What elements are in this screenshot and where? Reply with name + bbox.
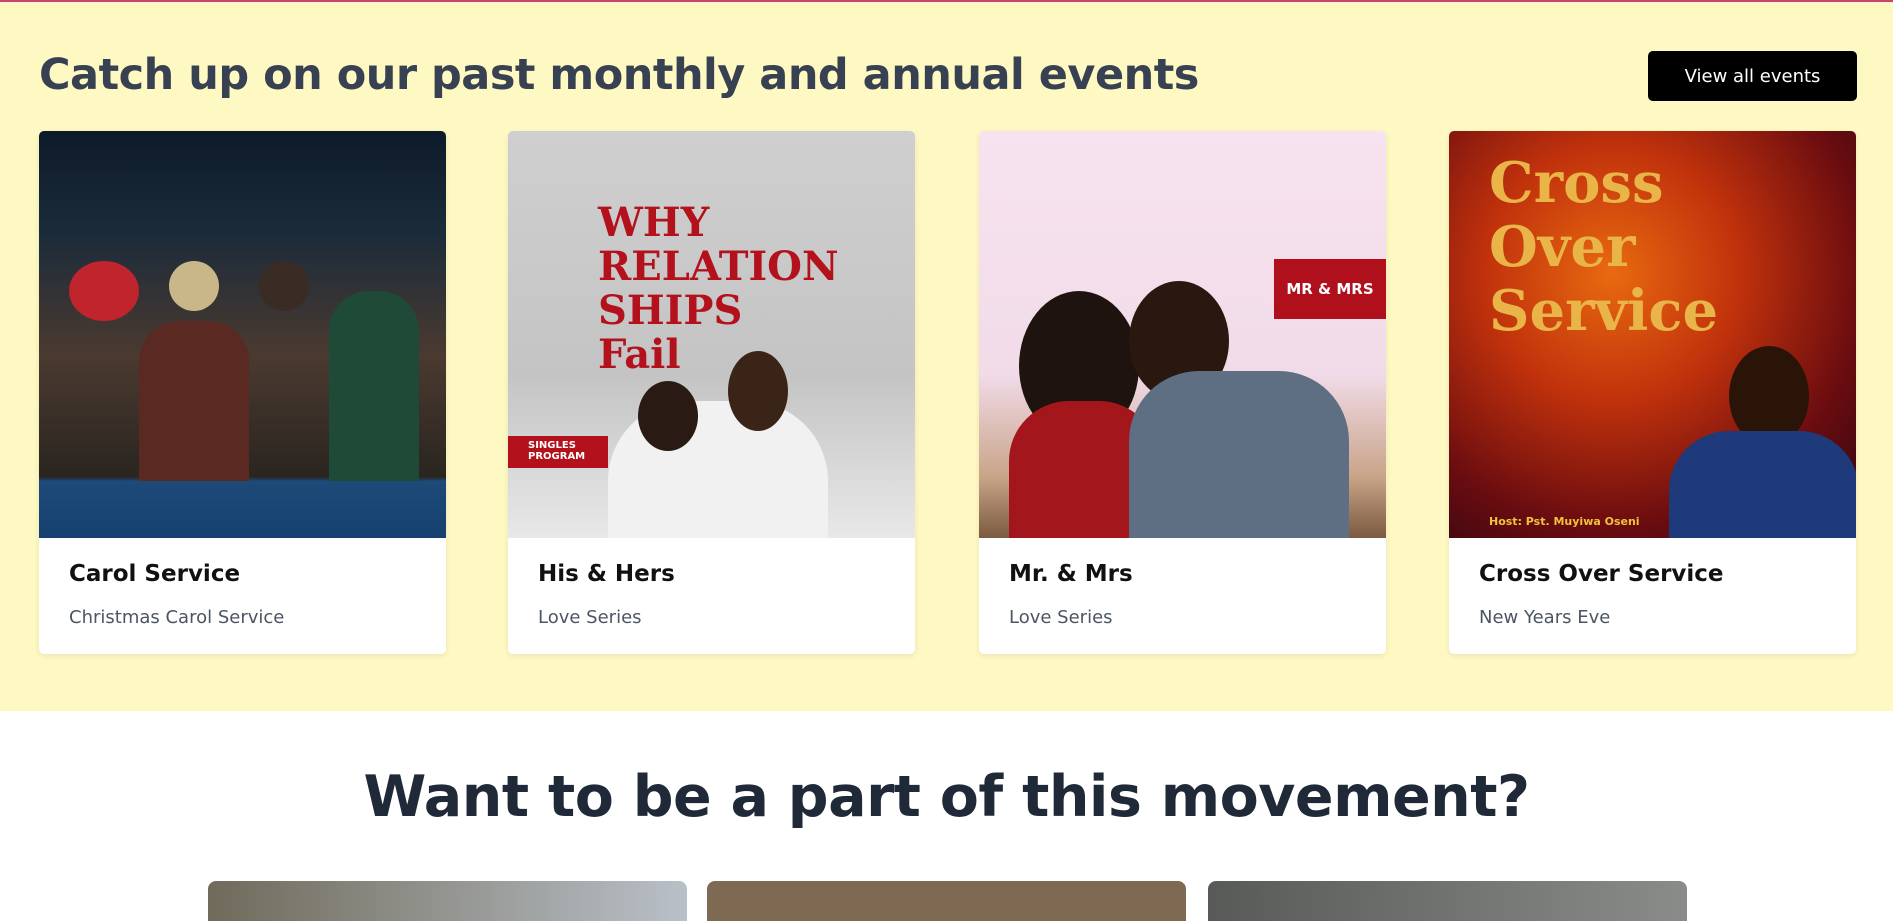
event-subtitle: Love Series [1009, 607, 1113, 628]
event-subtitle: New Years Eve [1479, 607, 1611, 628]
event-image: MR & MRS [979, 131, 1386, 538]
movement-card[interactable] [1208, 881, 1687, 921]
section-title: Catch up on our past monthly and annual … [39, 50, 1199, 100]
movement-card[interactable] [208, 881, 687, 921]
event-image [39, 131, 446, 538]
event-card-mr-and-mrs[interactable]: MR & MRS Mr. & Mrs Love Series [979, 131, 1386, 654]
event-image: WHY RELATION SHIPS Fail SINGLES PROGRAM [508, 131, 915, 538]
movement-card[interactable] [707, 881, 1186, 921]
event-image: Cross Over Service Host: Pst. Muyiwa Ose… [1449, 131, 1856, 538]
view-all-events-button[interactable]: View all events [1648, 51, 1857, 101]
event-card-his-and-hers[interactable]: WHY RELATION SHIPS Fail SINGLES PROGRAM … [508, 131, 915, 654]
event-card-carol-service[interactable]: Carol Service Christmas Carol Service [39, 131, 446, 654]
movement-title: Want to be a part of this movement? [363, 764, 1530, 830]
event-subtitle: Love Series [538, 607, 642, 628]
event-subtitle: Christmas Carol Service [69, 607, 285, 628]
event-title: His & Hers [538, 561, 675, 587]
event-title: Cross Over Service [1479, 561, 1724, 587]
event-card-cross-over-service[interactable]: Cross Over Service Host: Pst. Muyiwa Ose… [1449, 131, 1856, 654]
event-title: Mr. & Mrs [1009, 561, 1133, 587]
past-events-section: Catch up on our past monthly and annual … [0, 2, 1893, 711]
event-title: Carol Service [69, 561, 241, 587]
